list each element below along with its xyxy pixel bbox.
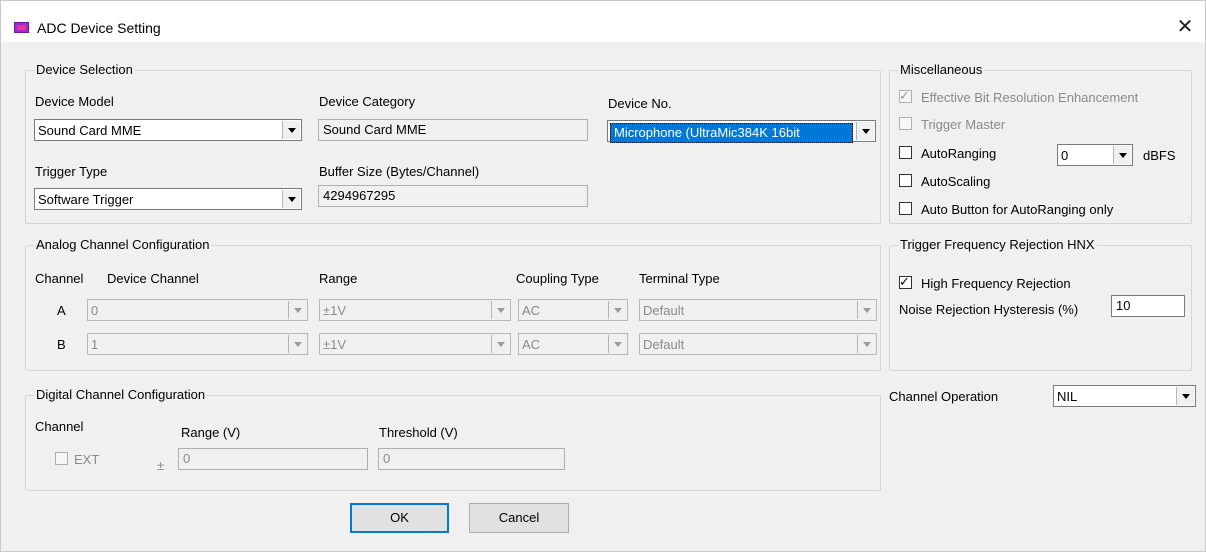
hysteresis-value: 10 — [1116, 298, 1131, 313]
chevron-down-icon[interactable] — [1113, 146, 1131, 164]
device-no-label: Device No. — [608, 96, 672, 111]
analog-b-device-channel-value: 1 — [91, 337, 99, 352]
chevron-down-icon[interactable] — [857, 301, 875, 319]
window-title: ADC Device Setting — [37, 20, 161, 36]
analog-b-range-value: ±1V — [323, 337, 347, 352]
chevron-down-icon[interactable] — [288, 301, 306, 319]
buffer-size-value: 4294967295 — [323, 188, 396, 203]
trigger-master-checkbox[interactable] — [899, 117, 912, 130]
autoscaling-label: AutoScaling — [921, 174, 991, 189]
analog-b-range-select[interactable]: ±1V — [319, 333, 511, 355]
chevron-down-icon[interactable] — [491, 335, 509, 353]
digital-range-field[interactable]: 0 — [178, 448, 368, 470]
close-icon[interactable]: ✕ — [1167, 13, 1203, 41]
autoranging-select[interactable]: 0 — [1057, 144, 1133, 166]
digital-range-value: 0 — [183, 451, 191, 466]
analog-col-device-channel: Device Channel — [107, 271, 199, 286]
analog-col-coupling: Coupling Type — [516, 271, 599, 286]
chevron-down-icon[interactable] — [857, 335, 875, 353]
device-no-value: Microphone (UltraMic384K 16bit — [610, 123, 853, 143]
device-model-select[interactable]: Sound Card MME — [34, 119, 302, 141]
device-no-select[interactable]: Microphone (UltraMic384K 16bit — [607, 120, 876, 143]
device-model-label: Device Model — [35, 94, 114, 109]
digital-channel-group: Digital Channel Configuration — [25, 387, 881, 491]
chevron-down-icon[interactable] — [282, 121, 300, 139]
trigger-type-select[interactable]: Software Trigger — [34, 188, 302, 210]
autoranging-checkbox[interactable] — [899, 146, 912, 159]
analog-row-b-channel: B — [57, 337, 66, 352]
channel-operation-value: NIL — [1057, 389, 1078, 404]
digital-threshold-field[interactable]: 0 — [378, 448, 565, 470]
ok-button[interactable]: OK — [350, 503, 449, 533]
app-icon — [14, 22, 29, 33]
chevron-down-icon[interactable] — [491, 301, 509, 319]
chevron-down-icon[interactable] — [288, 335, 306, 353]
hysteresis-label: Noise Rejection Hysteresis (%) — [899, 302, 1079, 317]
autoranging-unit: dBFS — [1143, 148, 1176, 163]
channel-operation-label: Channel Operation — [889, 389, 999, 404]
digital-channel-title: Digital Channel Configuration — [34, 387, 208, 403]
digital-threshold-value: 0 — [383, 451, 391, 466]
trigger-rejection-title: Trigger Frequency Rejection HNX — [898, 237, 1097, 253]
analog-a-coupling-value: AC — [522, 303, 541, 318]
chevron-down-icon[interactable] — [608, 301, 626, 319]
ext-label: EXT — [74, 452, 100, 467]
autoranging-value: 0 — [1061, 148, 1069, 163]
device-category-field: Sound Card MME — [318, 119, 588, 141]
analog-b-terminal-select[interactable]: Default — [639, 333, 877, 355]
adc-device-setting-dialog: ADC Device Setting ✕ Device Selection De… — [0, 0, 1206, 552]
device-model-value: Sound Card MME — [38, 123, 142, 138]
device-category-label: Device Category — [319, 94, 416, 109]
autoranging-label: AutoRanging — [921, 146, 997, 161]
hysteresis-input[interactable]: 10 — [1111, 295, 1185, 317]
chevron-down-icon[interactable] — [608, 335, 626, 353]
auto-button-checkbox[interactable] — [899, 202, 912, 215]
analog-a-terminal-select[interactable]: Default — [639, 299, 877, 321]
trigger-type-label: Trigger Type — [35, 164, 108, 179]
digital-col-threshold: Threshold (V) — [379, 425, 458, 440]
analog-a-device-channel-value: 0 — [91, 303, 99, 318]
chevron-down-icon[interactable] — [856, 122, 874, 140]
analog-col-terminal: Terminal Type — [639, 271, 720, 286]
check-icon: ✓ — [899, 274, 910, 289]
ebre-checkbox[interactable]: ✓ — [899, 88, 912, 103]
check-icon: ✓ — [899, 88, 910, 103]
analog-a-coupling-select[interactable]: AC — [518, 299, 628, 321]
digital-col-range: Range (V) — [181, 425, 241, 440]
digital-col-channel: Channel — [35, 419, 84, 434]
miscellaneous-title: Miscellaneous — [898, 62, 985, 78]
analog-a-terminal-value: Default — [643, 303, 685, 318]
auto-button-label: Auto Button for AutoRanging only — [921, 202, 1114, 217]
ext-checkbox[interactable] — [55, 452, 68, 465]
autoscaling-checkbox[interactable] — [899, 174, 912, 187]
chevron-down-icon[interactable] — [1176, 387, 1194, 405]
hfr-checkbox[interactable]: ✓ — [899, 274, 912, 289]
analog-a-range-value: ±1V — [323, 303, 347, 318]
analog-b-device-channel-select[interactable]: 1 — [87, 333, 308, 355]
device-category-value: Sound Card MME — [323, 122, 427, 137]
buffer-size-field: 4294967295 — [318, 185, 588, 207]
buffer-size-label: Buffer Size (Bytes/Channel) — [319, 164, 480, 179]
chevron-down-icon[interactable] — [282, 190, 300, 208]
plus-minus-sign: ± — [157, 458, 165, 473]
title-bar: ADC Device Setting ✕ — [1, 1, 1205, 42]
analog-channel-title: Analog Channel Configuration — [34, 237, 212, 253]
hfr-label: High Frequency Rejection — [921, 276, 1071, 291]
trigger-master-label: Trigger Master — [921, 117, 1006, 132]
analog-col-range: Range — [319, 271, 358, 286]
analog-b-coupling-select[interactable]: AC — [518, 333, 628, 355]
analog-b-coupling-value: AC — [522, 337, 541, 352]
channel-operation-select[interactable]: NIL — [1053, 385, 1196, 407]
analog-a-range-select[interactable]: ±1V — [319, 299, 511, 321]
trigger-type-value: Software Trigger — [38, 192, 134, 207]
device-selection-title: Device Selection — [34, 62, 135, 78]
analog-row-a-channel: A — [57, 303, 66, 318]
analog-b-terminal-value: Default — [643, 337, 685, 352]
cancel-button[interactable]: Cancel — [469, 503, 569, 533]
ebre-label: Effective Bit Resolution Enhancement — [921, 90, 1139, 105]
analog-a-device-channel-select[interactable]: 0 — [87, 299, 308, 321]
analog-col-channel: Channel — [35, 271, 84, 286]
